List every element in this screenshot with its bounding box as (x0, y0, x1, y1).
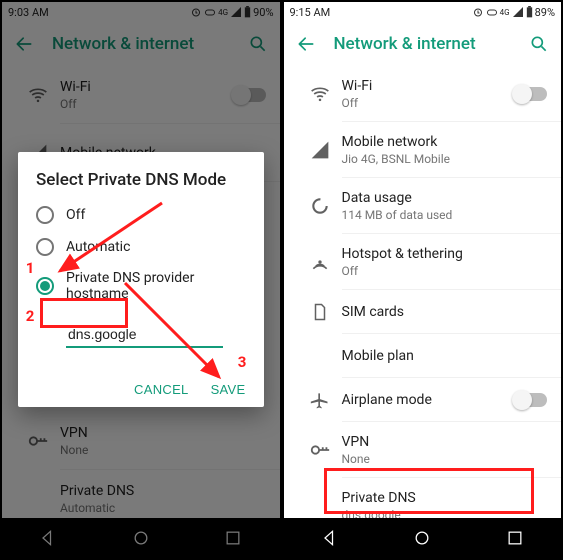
hotspot-sub: Off (342, 264, 548, 278)
alarm-icon (190, 6, 202, 18)
nav-bar (2, 518, 280, 558)
radio-off-label: Off (66, 207, 85, 223)
wifi-row[interactable]: Wi-Fi Off (284, 66, 562, 122)
pdns-title: Private DNS (342, 490, 548, 506)
data-sub: 114 MB of data used (342, 208, 548, 222)
private-dns-dialog: Select Private DNS Mode Off Automatic Pr… (18, 152, 264, 407)
gamepad-icon (486, 6, 498, 18)
airplane-toggle[interactable] (515, 393, 547, 407)
app-bar: Network & internet (2, 22, 280, 66)
battery-percent: 89% (535, 6, 555, 19)
hotspot-row[interactable]: Hotspot & tethering Off (284, 234, 562, 290)
vpn-row[interactable]: VPN None (284, 422, 562, 478)
hotspot-title: Hotspot & tethering (342, 246, 548, 262)
radio-icon (36, 277, 54, 295)
pdns-title: Private DNS (60, 483, 266, 499)
hotspot-icon (310, 252, 330, 272)
network-label: 4G (218, 8, 228, 17)
radio-auto-label: Automatic (66, 239, 130, 255)
battery-icon (526, 6, 533, 18)
sim-icon (311, 303, 329, 321)
status-time: 9:15 AM (290, 6, 331, 19)
radio-icon (36, 206, 54, 224)
airplane-icon (310, 390, 330, 410)
key-icon (309, 439, 331, 461)
back-arrow-icon[interactable] (14, 34, 34, 54)
radio-hostname[interactable]: Private DNS provider hostname (36, 270, 246, 302)
nav-back-icon[interactable] (320, 528, 340, 548)
radio-icon (36, 238, 54, 256)
mobile-sub: Jio 4G, BSNL Mobile (342, 152, 548, 166)
page-title: Network & internet (52, 34, 230, 54)
network-label: 4G (500, 8, 510, 17)
alarm-icon (472, 6, 484, 18)
radio-auto[interactable]: Automatic (36, 238, 246, 256)
wifi-icon (28, 85, 48, 105)
pdns-sub: Automatic (60, 501, 266, 515)
mobile-plan-row[interactable]: Mobile plan (284, 334, 562, 378)
mobile-title: Mobile network (342, 134, 548, 150)
wifi-title: Wi-Fi (342, 78, 516, 94)
radio-host-label: Private DNS provider hostname (66, 270, 246, 302)
signal-icon (230, 6, 242, 18)
app-bar: Network & internet (284, 22, 562, 66)
wifi-title: Wi-Fi (60, 79, 234, 95)
nav-recent-icon[interactable] (505, 528, 525, 548)
left-phone: 9:03 AM 4G 90% Network & internet Wi-Fi … (2, 2, 280, 558)
data-usage-row[interactable]: Data usage 114 MB of data used (284, 178, 562, 234)
vpn-sub: None (60, 443, 266, 457)
sim-title: SIM cards (342, 304, 548, 320)
nav-bar (284, 518, 562, 558)
wifi-toggle[interactable] (515, 87, 547, 101)
nav-recent-icon[interactable] (223, 528, 243, 548)
vpn-row[interactable]: VPN None (2, 412, 280, 470)
data-usage-icon (310, 196, 330, 216)
wifi-toggle[interactable] (234, 88, 266, 102)
page-title: Network & internet (334, 34, 512, 54)
mplan-title: Mobile plan (342, 348, 548, 364)
back-arrow-icon[interactable] (296, 34, 316, 54)
settings-list: Wi-Fi Off Mobile network Jio 4G, BSNL Mobi… (284, 66, 562, 534)
status-bar: 9:03 AM 4G 90% (2, 2, 280, 22)
signal-icon (310, 140, 330, 160)
search-icon[interactable] (248, 34, 268, 54)
nav-home-icon[interactable] (131, 528, 151, 548)
wifi-sub: Off (60, 97, 234, 111)
battery-percent: 90% (253, 6, 273, 19)
status-bar: 9:15 AM 4G 89% (284, 2, 562, 22)
nav-home-icon[interactable] (412, 528, 432, 548)
signal-icon (512, 6, 524, 18)
radio-off[interactable]: Off (36, 206, 246, 224)
vpn-sub: None (342, 452, 548, 466)
gamepad-icon (204, 6, 216, 18)
key-icon (27, 430, 49, 452)
status-time: 9:03 AM (8, 6, 49, 19)
save-button[interactable]: SAVE (211, 382, 246, 397)
mobile-row[interactable]: Mobile network Jio 4G, BSNL Mobile (284, 122, 562, 178)
airplane-row[interactable]: Airplane mode (284, 378, 562, 422)
right-phone: 9:15 AM 4G 89% Network & internet Wi-Fi O… (284, 2, 562, 558)
battery-icon (244, 6, 251, 18)
vpn-title: VPN (60, 425, 266, 441)
cancel-button[interactable]: CANCEL (134, 382, 189, 397)
status-right: 4G 89% (472, 6, 555, 19)
search-icon[interactable] (529, 34, 549, 54)
dialog-title: Select Private DNS Mode (36, 170, 246, 190)
sim-row[interactable]: SIM cards (284, 290, 562, 334)
wifi-sub: Off (342, 96, 516, 110)
wifi-icon (310, 84, 330, 104)
airplane-title: Airplane mode (342, 392, 516, 408)
status-right: 4G 90% (190, 6, 273, 19)
nav-back-icon[interactable] (38, 528, 58, 548)
dns-hostname-input[interactable] (66, 322, 223, 348)
data-title: Data usage (342, 190, 548, 206)
wifi-row[interactable]: Wi-Fi Off (2, 66, 280, 124)
vpn-title: VPN (342, 434, 548, 450)
